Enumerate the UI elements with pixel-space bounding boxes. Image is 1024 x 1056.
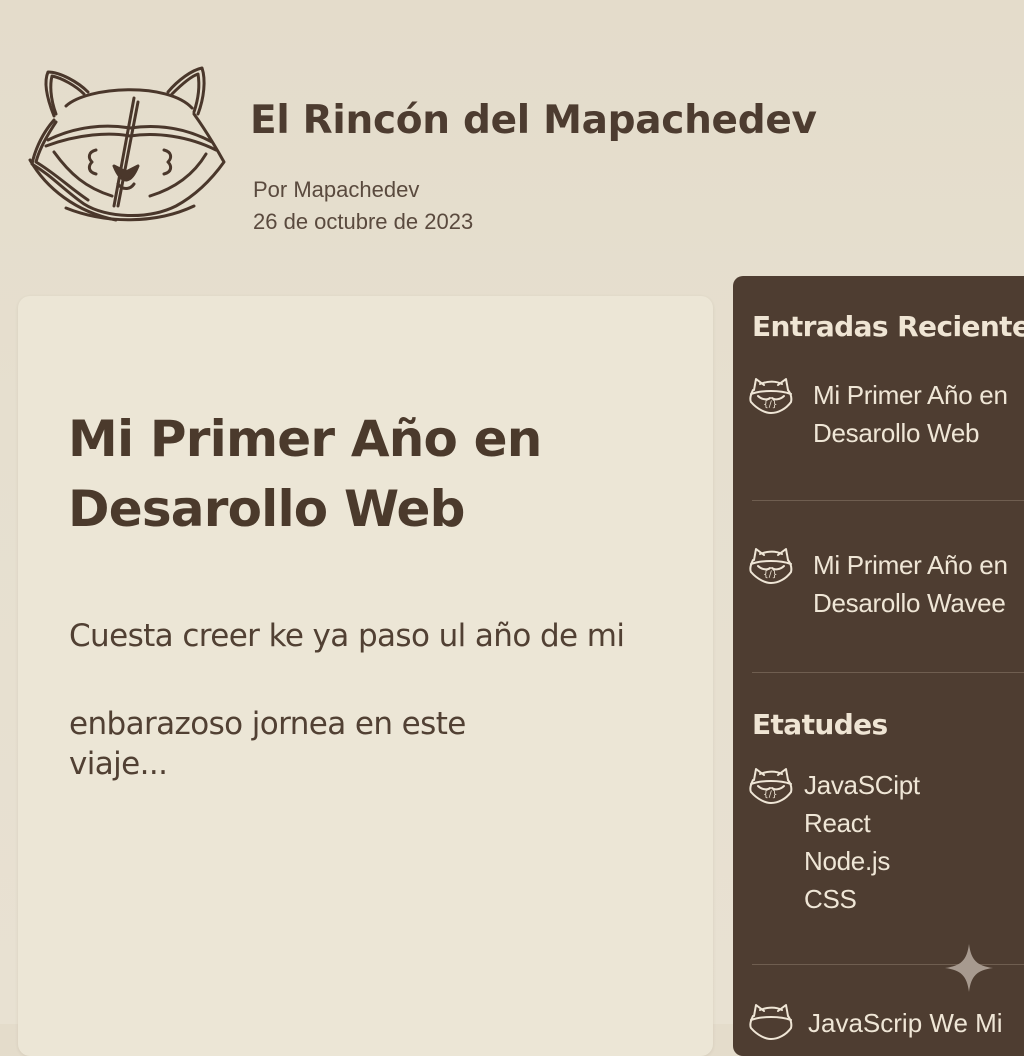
raccoon-mini-icon: {/} [749, 378, 793, 414]
post-paragraph: enbarazoso jornea en este viaje... [69, 706, 466, 782]
recent-post-line: Mi Primer Año en [813, 380, 1008, 410]
post-meta: Por Mapachedev 26 de octubre de 2023 [253, 174, 473, 238]
recent-post-line: Mi Primer Año en [813, 550, 1008, 580]
raccoon-mini-icon: {/} [749, 548, 793, 584]
svg-text:{/}: {/} [763, 790, 777, 800]
publish-date: 26 de octubre de 2023 [253, 209, 474, 234]
study-item[interactable]: React [804, 804, 920, 842]
divider [752, 672, 1024, 673]
recent-post-title: Mi Primer Año en Desarollo Web [813, 376, 1008, 452]
study-item[interactable]: CSS [804, 880, 920, 918]
raccoon-mini-icon [749, 1004, 793, 1040]
raccoon-mini-icon: {/} [749, 768, 793, 804]
study-item[interactable]: JavaSCipt [804, 766, 920, 804]
recent-post-title: Mi Primer Año en Desarollo Wavee [813, 546, 1008, 622]
post-title[interactable]: Mi Primer Año en Desarollo Web [68, 404, 668, 544]
author-label[interactable]: Por Mapachedev [253, 174, 473, 206]
recent-post-line: Desarollo Wavee [813, 588, 1006, 618]
post-paragraph: Cuesta creer ke ya paso ul año de mi [69, 618, 625, 654]
post-card: Mi Primer Año en Desarollo Web Cuesta cr… [18, 296, 713, 1056]
recent-post-line: Desarollo Web [813, 418, 980, 448]
svg-text:{/}: {/} [763, 400, 777, 410]
divider [752, 500, 1024, 501]
site-title[interactable]: El Rincón del Mapachedev [250, 98, 817, 143]
recent-posts-heading: Entradas Recientes [752, 310, 1024, 343]
post-excerpt: Cuesta creer ke ya paso ul año de mi enb… [69, 616, 669, 784]
raccoon-logo-icon[interactable] [26, 56, 231, 226]
sparkle-icon [945, 944, 993, 992]
studies-heading: Etatudes [752, 708, 888, 741]
sidebar: Entradas Recientes {/} Mi Primer Año en … [733, 276, 1024, 1056]
svg-text:{/}: {/} [763, 570, 777, 580]
study-item[interactable]: Node.js [804, 842, 920, 880]
